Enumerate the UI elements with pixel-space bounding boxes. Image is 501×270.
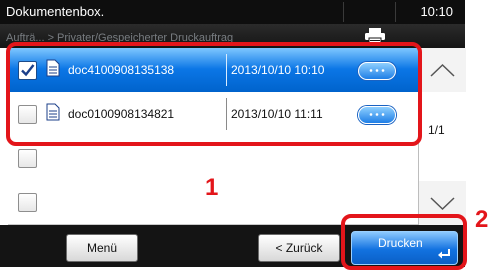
back-button[interactable]: < Zurück bbox=[258, 234, 340, 262]
chevron-up-icon bbox=[430, 63, 455, 77]
divider bbox=[395, 2, 396, 22]
checkbox[interactable] bbox=[18, 149, 37, 168]
page-indicator: 1/1 bbox=[428, 123, 445, 137]
annotation-frame bbox=[341, 214, 467, 270]
annotation-frame bbox=[6, 42, 422, 146]
divider bbox=[343, 2, 344, 22]
annotation-label: 2 bbox=[475, 206, 489, 233]
screen-title: Dokumentenbox. bbox=[6, 4, 105, 19]
menu-button[interactable]: Menü bbox=[66, 234, 138, 262]
annotation-label: 1 bbox=[205, 174, 219, 201]
checkbox[interactable] bbox=[18, 193, 37, 212]
clock: 10:10 bbox=[420, 4, 453, 19]
scroll-up-button[interactable] bbox=[418, 48, 466, 92]
title-bar: Dokumentenbox. 10:10 bbox=[0, 0, 465, 24]
